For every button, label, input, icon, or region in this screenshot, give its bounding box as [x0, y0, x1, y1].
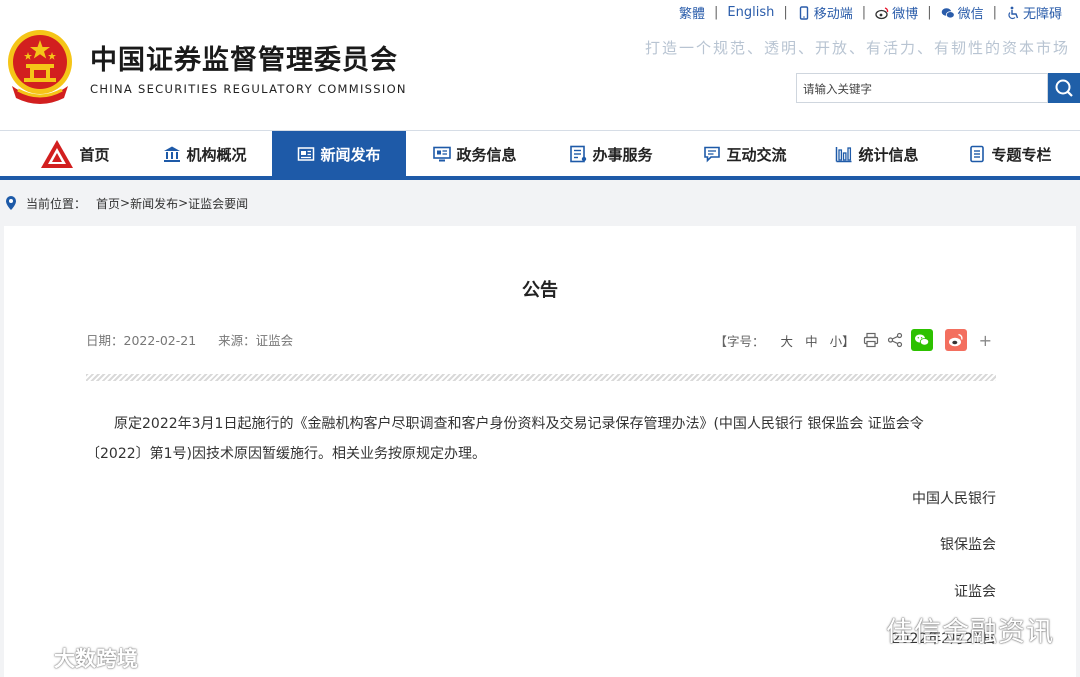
- weibo-icon: [948, 333, 963, 347]
- wechat-link[interactable]: 微信: [941, 3, 984, 22]
- site-slogan: 打造一个规范、透明、开放、有活力、有韧性的资本市场: [644, 39, 1070, 57]
- nav-item-label: 机构概况: [186, 145, 247, 164]
- breadcrumb-news[interactable]: 新闻发布: [130, 195, 178, 212]
- separator: |: [714, 5, 719, 20]
- nav-item-label: 办事服务: [592, 145, 653, 164]
- separator: |: [783, 5, 788, 20]
- font-size-large[interactable]: 大: [781, 331, 794, 350]
- signature-pboc: 中国人民银行: [912, 491, 996, 507]
- separator: |: [992, 5, 997, 20]
- breadcrumb-current[interactable]: 证监会要闻: [188, 195, 248, 212]
- wechat-link-label: 微信: [957, 7, 984, 22]
- share-more-button[interactable]: +: [979, 331, 992, 350]
- watermark-logo-icon: [13, 648, 49, 668]
- article-tools: 【字号： 大 中 小】 +: [715, 329, 992, 351]
- chat-icon: [704, 146, 721, 163]
- title-divider: [86, 374, 996, 381]
- article-body: 原定2022年3月1日起施行的《金融机构客户尽职调查和客户身份资料及交易记录保存…: [86, 409, 956, 469]
- nav-item-label: 互动交流: [726, 145, 787, 164]
- article-title: 公告: [522, 280, 558, 301]
- search-button[interactable]: [1048, 73, 1080, 103]
- weibo-link[interactable]: 微博: [875, 3, 918, 22]
- national-emblem-icon[interactable]: [4, 28, 76, 106]
- top-links: 繁體 | English | 移动端 | 微博 | 微信 | 无障碍: [679, 3, 1062, 22]
- date-value: 2022-02-21: [123, 333, 197, 348]
- font-size-medium[interactable]: 中: [805, 331, 818, 350]
- nav-item-news[interactable]: 新闻发布: [272, 131, 406, 177]
- watermark-left-text: 大数跨境: [54, 647, 138, 671]
- traditional-chinese-link[interactable]: 繁體: [679, 3, 705, 22]
- nav-item-label: 首页: [79, 145, 110, 164]
- wechat-icon: [941, 7, 955, 18]
- separator: |: [927, 5, 932, 20]
- signature-csrc: 证监会: [954, 584, 996, 600]
- newspaper-icon: [298, 147, 315, 161]
- site-title-en: CHINA SECURITIES REGULATORY COMMISSION: [90, 82, 407, 96]
- breadcrumb: 当前位置： 首页 > 新闻发布 > 证监会要闻: [0, 184, 1080, 222]
- nav-item-government-info[interactable]: 政务信息: [420, 131, 530, 177]
- accessibility-link[interactable]: 无障碍: [1006, 3, 1062, 22]
- nav-item-label: 新闻发布: [320, 145, 381, 164]
- source-label: 来源：: [218, 333, 256, 348]
- form-icon: [570, 145, 587, 163]
- mobile-link-label: 移动端: [813, 7, 853, 22]
- mobile-phone-icon: [799, 5, 808, 20]
- watermark-left: 大数跨境: [10, 643, 138, 673]
- nav-item-special-topics[interactable]: 专题专栏: [955, 131, 1065, 177]
- nav-item-home[interactable]: 首页: [30, 131, 120, 177]
- article-meta: 日期：2022-02-21 来源：证监会: [86, 330, 293, 349]
- english-link[interactable]: English: [727, 5, 774, 20]
- share-icon: [887, 332, 902, 348]
- wechat-icon: [914, 334, 929, 346]
- nav-item-services[interactable]: 办事服务: [556, 131, 666, 177]
- main-nav: 首页 机构概况 新闻发布 政务信息 办事服务 互动交流 统计信息 专题专栏: [0, 130, 1080, 180]
- nav-item-label: 专题专栏: [991, 145, 1052, 164]
- weibo-link-label: 微博: [892, 7, 919, 22]
- font-size-small[interactable]: 小】: [830, 331, 855, 350]
- search-input[interactable]: 请输入关键字: [796, 73, 1048, 103]
- search-icon: [1055, 79, 1073, 97]
- nav-item-about[interactable]: 机构概况: [150, 131, 260, 177]
- weibo-icon: [875, 6, 889, 19]
- nav-item-statistics[interactable]: 统计信息: [822, 131, 932, 177]
- nav-item-label: 政务信息: [456, 145, 517, 164]
- breadcrumb-prefix: 当前位置：: [26, 196, 87, 211]
- wechat-icon: [839, 615, 876, 643]
- accessibility-link-label: 无障碍: [1022, 7, 1062, 22]
- breadcrumb-separator: >: [120, 196, 131, 210]
- separator: |: [861, 5, 867, 20]
- print-icon: [863, 332, 878, 348]
- article-paragraph: 原定2022年3月1日起施行的《金融机构客户尽职调查和客户身份资料及交易记录保存…: [86, 416, 924, 462]
- share-wechat-button[interactable]: [910, 329, 933, 351]
- breadcrumb-home[interactable]: 首页: [96, 195, 120, 212]
- csrc-logo-icon: [41, 140, 74, 168]
- document-icon: [970, 145, 985, 163]
- monitor-icon: [433, 146, 452, 162]
- breadcrumb-separator: >: [178, 196, 189, 210]
- article-date: 日期：2022-02-21: [86, 333, 196, 348]
- font-size-label: 【字号：: [714, 333, 765, 349]
- share-button[interactable]: [887, 332, 903, 348]
- site-header: 中国证券监督管理委员会 CHINA SECURITIES REGULATORY …: [0, 0, 1080, 130]
- site-title-cn[interactable]: 中国证券监督管理委员会: [90, 38, 398, 77]
- mobile-link[interactable]: 移动端: [797, 3, 853, 22]
- location-pin-icon: [6, 196, 16, 210]
- share-weibo-button[interactable]: [944, 329, 967, 351]
- date-label: 日期：: [86, 333, 124, 348]
- print-button[interactable]: [863, 332, 879, 348]
- signature-cbirc: 银保监会: [940, 537, 996, 553]
- bar-chart-icon: [836, 147, 852, 163]
- watermark-right: 佳信金融资讯: [838, 610, 1054, 649]
- nav-item-interaction[interactable]: 互动交流: [690, 131, 800, 177]
- source-value: 证监会: [255, 333, 294, 348]
- watermark-right-text: 佳信金融资讯: [886, 617, 1054, 648]
- building-icon: [164, 146, 181, 162]
- article-source: 来源：证监会: [218, 333, 293, 348]
- accessibility-icon: [1008, 6, 1019, 19]
- nav-item-label: 统计信息: [858, 145, 919, 164]
